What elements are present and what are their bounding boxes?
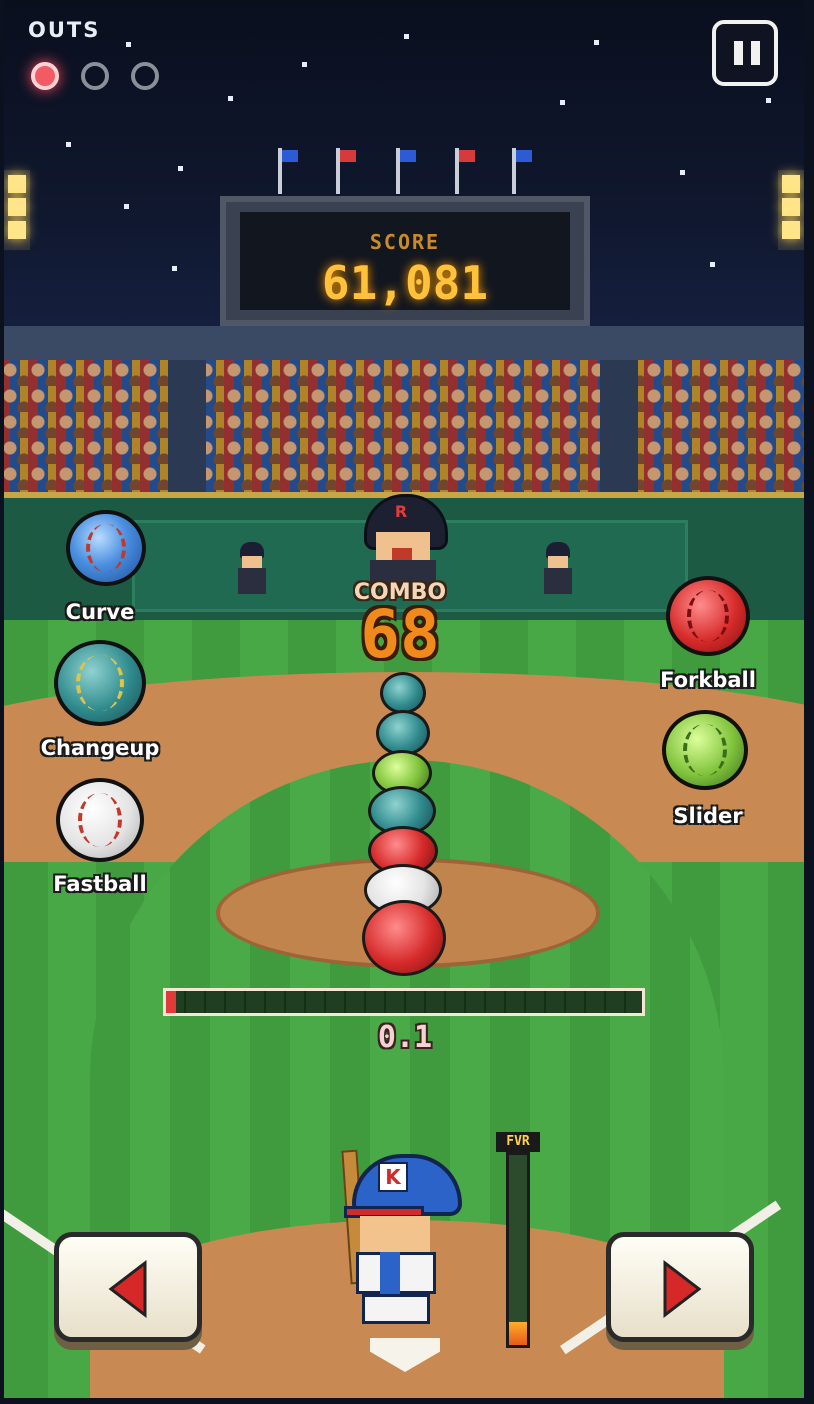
pitch-label-changeup: Changeup: [40, 736, 160, 760]
crowd: [0, 360, 814, 492]
forkball-icon[interactable]: [666, 576, 750, 656]
score-label: SCORE: [369, 230, 441, 254]
combo-value: 68: [360, 596, 440, 673]
out-marker-empty: [131, 62, 159, 90]
pitch-label-slider: Slider: [673, 804, 743, 828]
frame-right: [804, 0, 814, 1404]
stadium-light-right: [778, 170, 804, 250]
star: [124, 204, 129, 209]
frame-left: [0, 0, 4, 1404]
team-logo-icon: R: [394, 502, 408, 521]
fielder: [540, 542, 576, 602]
changeup-ball-icon[interactable]: [54, 640, 146, 726]
red-flag-icon: [340, 150, 356, 162]
pause-button[interactable]: [712, 20, 778, 86]
incoming-ball: [362, 900, 446, 976]
blue-flag-icon: [282, 150, 298, 162]
star: [66, 142, 71, 147]
star: [178, 166, 183, 171]
left-arrow-icon: [108, 1259, 147, 1319]
team-logo-icon: K: [378, 1162, 408, 1192]
stands-aisle: [600, 360, 638, 492]
scoreboard: SCORE 61,081: [220, 196, 590, 326]
star: [766, 98, 771, 103]
fever-meter: [506, 1152, 530, 1348]
move-left-button[interactable]: [54, 1232, 202, 1342]
pitch-label-curve: Curve: [65, 600, 135, 624]
star: [228, 96, 233, 101]
slider-ball-icon[interactable]: [662, 710, 748, 790]
blue-flag-icon: [516, 150, 532, 162]
star: [594, 40, 599, 45]
fever-meter-fill: [509, 1322, 527, 1345]
star: [126, 42, 131, 47]
fielder: [234, 542, 270, 602]
star: [560, 100, 565, 105]
out-marker-empty: [81, 62, 109, 90]
score-value: 61,081: [321, 256, 489, 310]
red-flag-icon: [459, 150, 475, 162]
pitch-progress-bar: [163, 988, 645, 1016]
star: [172, 266, 177, 271]
incoming-ball: [380, 672, 426, 714]
fastball-icon[interactable]: [56, 778, 144, 862]
stadium-light-left: [4, 170, 30, 250]
pitch-label-forkball: Forkball: [660, 668, 756, 692]
batter-player: K: [340, 1149, 470, 1330]
pitch-progress-value: 0.1: [377, 1020, 433, 1055]
outs-label: OUTS: [28, 18, 101, 42]
opponent-player: R: [360, 494, 448, 586]
star: [404, 34, 409, 39]
blue-flag-icon: [400, 150, 416, 162]
star: [302, 62, 307, 67]
game-screen: SCORE 61,081 R COMBO 68 Curve Changeup F…: [0, 0, 814, 1404]
right-arrow-icon: [663, 1259, 702, 1319]
curve-ball-icon[interactable]: [66, 510, 146, 586]
stands-aisle: [168, 360, 206, 492]
star: [710, 262, 715, 267]
fever-label: FVR: [496, 1132, 540, 1152]
pitch-label-fastball: Fastball: [53, 872, 147, 896]
out-marker-filled: [31, 62, 59, 90]
move-right-button[interactable]: [606, 1232, 754, 1342]
scoreboard-screen: SCORE 61,081: [240, 212, 570, 310]
frame-bottom: [0, 1398, 814, 1404]
star: [680, 170, 685, 175]
